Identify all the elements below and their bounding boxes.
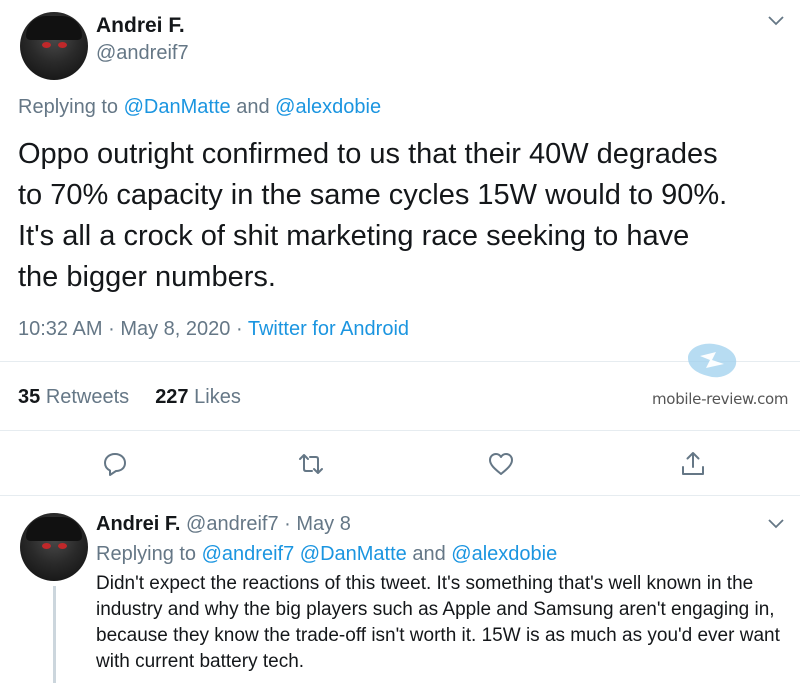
likes-count: 227 bbox=[155, 386, 189, 408]
chevron-down-icon[interactable] bbox=[768, 519, 784, 529]
mention-link[interactable]: @DanMatte bbox=[300, 543, 407, 565]
meta-separator: · bbox=[284, 513, 291, 535]
reply-header: Andrei F. @andreif7 · May 8 bbox=[96, 513, 351, 536]
mention-link[interactable]: @alexdobie bbox=[275, 96, 381, 118]
retweets-count: 35 bbox=[18, 386, 41, 408]
author-name[interactable]: Andrei F. bbox=[96, 14, 185, 38]
retweets-stat[interactable]: 35 Retweets bbox=[18, 386, 129, 408]
watermark-text: mobile-review.com bbox=[652, 390, 789, 408]
retweet-icon[interactable] bbox=[297, 450, 325, 478]
replying-to: Replying to @DanMatte and @alexdobie bbox=[18, 96, 381, 119]
main-tweet: Andrei F. @andreif7 Replying to @DanMatt… bbox=[0, 0, 800, 496]
watermark: mobile-review.com bbox=[650, 338, 789, 410]
avatar[interactable] bbox=[20, 12, 88, 80]
divider bbox=[0, 430, 800, 431]
reply-replying-to: Replying to @andreif7 @DanMatte and @ale… bbox=[96, 543, 557, 566]
retweets-label: Retweets bbox=[45, 386, 130, 408]
meta-separator: · bbox=[108, 318, 115, 340]
tweet-source-link[interactable]: Twitter for Android bbox=[248, 318, 409, 340]
avatar[interactable] bbox=[20, 513, 88, 581]
reply-author-name[interactable]: Andrei F. bbox=[96, 513, 180, 535]
mobile-review-logo bbox=[688, 343, 737, 378]
heart-icon[interactable] bbox=[487, 450, 515, 478]
thread-line bbox=[53, 586, 56, 683]
likes-stat[interactable]: 227 Likes bbox=[155, 386, 241, 408]
replying-and: and bbox=[412, 543, 446, 565]
mention-link[interactable]: @alexdobie bbox=[451, 543, 557, 565]
reply-text: Didn't expect the reactions of this twee… bbox=[96, 573, 780, 672]
tweet-stats: 35 Retweets 227 Likes bbox=[18, 386, 241, 409]
tweet-meta: 10:32 AM · May 8, 2020 · Twitter for And… bbox=[18, 318, 409, 341]
reply-date[interactable]: May 8 bbox=[296, 513, 350, 535]
reply-icon[interactable] bbox=[101, 450, 129, 478]
reply-author-handle[interactable]: @andreif7 bbox=[186, 513, 279, 535]
tweet-time[interactable]: 10:32 AM bbox=[18, 318, 103, 340]
replying-and: and bbox=[236, 96, 270, 118]
divider bbox=[0, 495, 800, 496]
mention-link[interactable]: @DanMatte bbox=[124, 96, 231, 118]
meta-separator: · bbox=[235, 318, 243, 340]
author-handle[interactable]: @andreif7 bbox=[96, 42, 189, 65]
replying-prefix: Replying to bbox=[96, 543, 197, 565]
tweet-date[interactable]: May 8, 2020 bbox=[120, 318, 230, 340]
chevron-down-icon[interactable] bbox=[768, 16, 784, 26]
mention-link[interactable]: @andreif7 bbox=[202, 543, 295, 565]
likes-label: Likes bbox=[194, 386, 241, 408]
share-icon[interactable] bbox=[679, 450, 707, 478]
replying-prefix: Replying to bbox=[18, 96, 119, 118]
tweet-text: Oppo outright confirmed to us that their… bbox=[18, 138, 728, 293]
